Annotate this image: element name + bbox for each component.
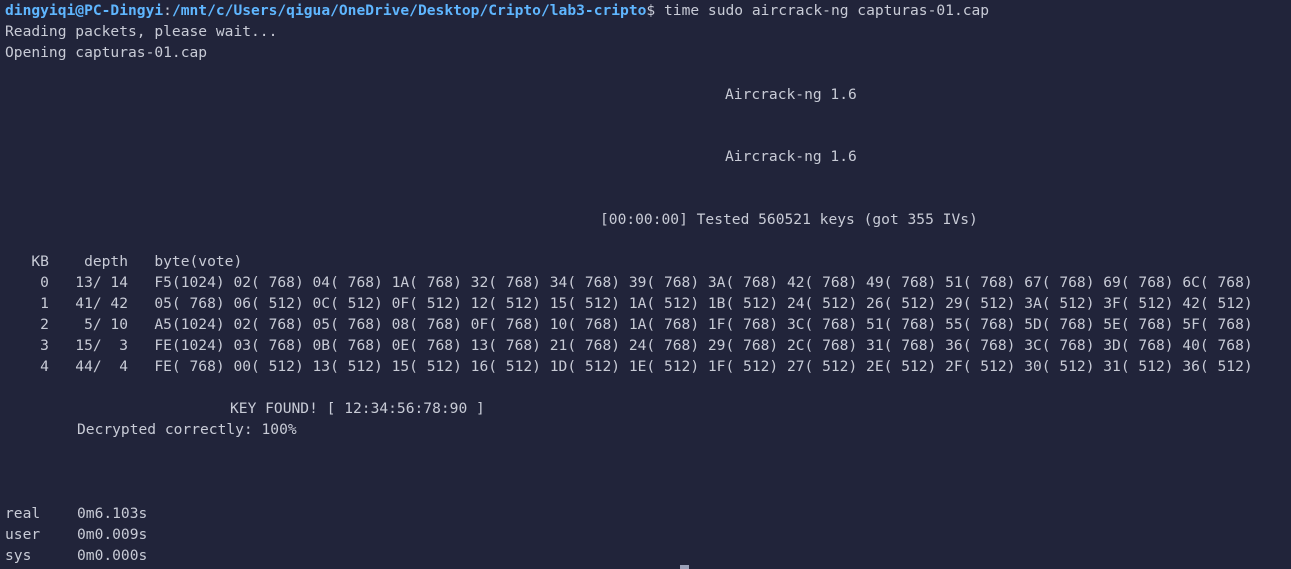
timing-user-value: 0m0.009s: [77, 526, 148, 543]
timing-real-value: 0m6.103s: [77, 505, 148, 522]
table-row: 4 44/ 4 FE( 768) 00( 512) 13( 512) 15( 5…: [5, 358, 1253, 375]
decrypted-message: Decrypted correctly: 100%: [77, 421, 297, 438]
prompt-colon: :: [163, 2, 172, 19]
table-header: KB depth byte(vote): [5, 253, 243, 270]
table-row: 3 15/ 3 FE(1024) 03( 768) 0B( 768) 0E( 7…: [5, 337, 1253, 354]
table-row: 2 5/ 10 A5(1024) 02( 768) 05( 768) 08( 7…: [5, 316, 1253, 333]
prompt-path: /mnt/c/Users/qigua/OneDrive/Desktop/Crip…: [171, 2, 647, 19]
prompt-user-host: dingyiqi@PC-Dingyi: [5, 2, 164, 19]
timing-sys-value: 0m0.000s: [77, 547, 148, 564]
output-reading: Reading packets, please wait...: [5, 23, 278, 40]
table-row: 1 41/ 42 05( 768) 06( 512) 0C( 512) 0F( …: [5, 295, 1253, 312]
terminal-window[interactable]: dingyiqi@PC-Dingyi:/mnt/c/Users/qigua/On…: [0, 0, 1291, 569]
banner-title-2: Aircrack-ng 1.6: [725, 148, 857, 165]
timing-real-label: real: [5, 505, 41, 522]
tested-keys-status: [00:00:00] Tested 560521 keys (got 355 I…: [600, 211, 978, 228]
text-cursor: [680, 565, 689, 569]
key-found-message: KEY FOUND! [ 12:34:56:78:90 ]: [230, 400, 485, 417]
prompt-dollar: $: [646, 2, 656, 19]
timing-sys-label: sys: [5, 547, 32, 564]
banner-title-1: Aircrack-ng 1.6: [725, 86, 857, 103]
command-text: time sudo aircrack-ng capturas-01.cap: [655, 2, 990, 19]
command-line: dingyiqi@PC-Dingyi:/mnt/c/Users/qigua/On…: [5, 0, 989, 21]
timing-user-label: user: [5, 526, 41, 543]
table-row: 0 13/ 14 F5(1024) 02( 768) 04( 768) 1A( …: [5, 274, 1253, 291]
output-opening: Opening capturas-01.cap: [5, 44, 208, 61]
